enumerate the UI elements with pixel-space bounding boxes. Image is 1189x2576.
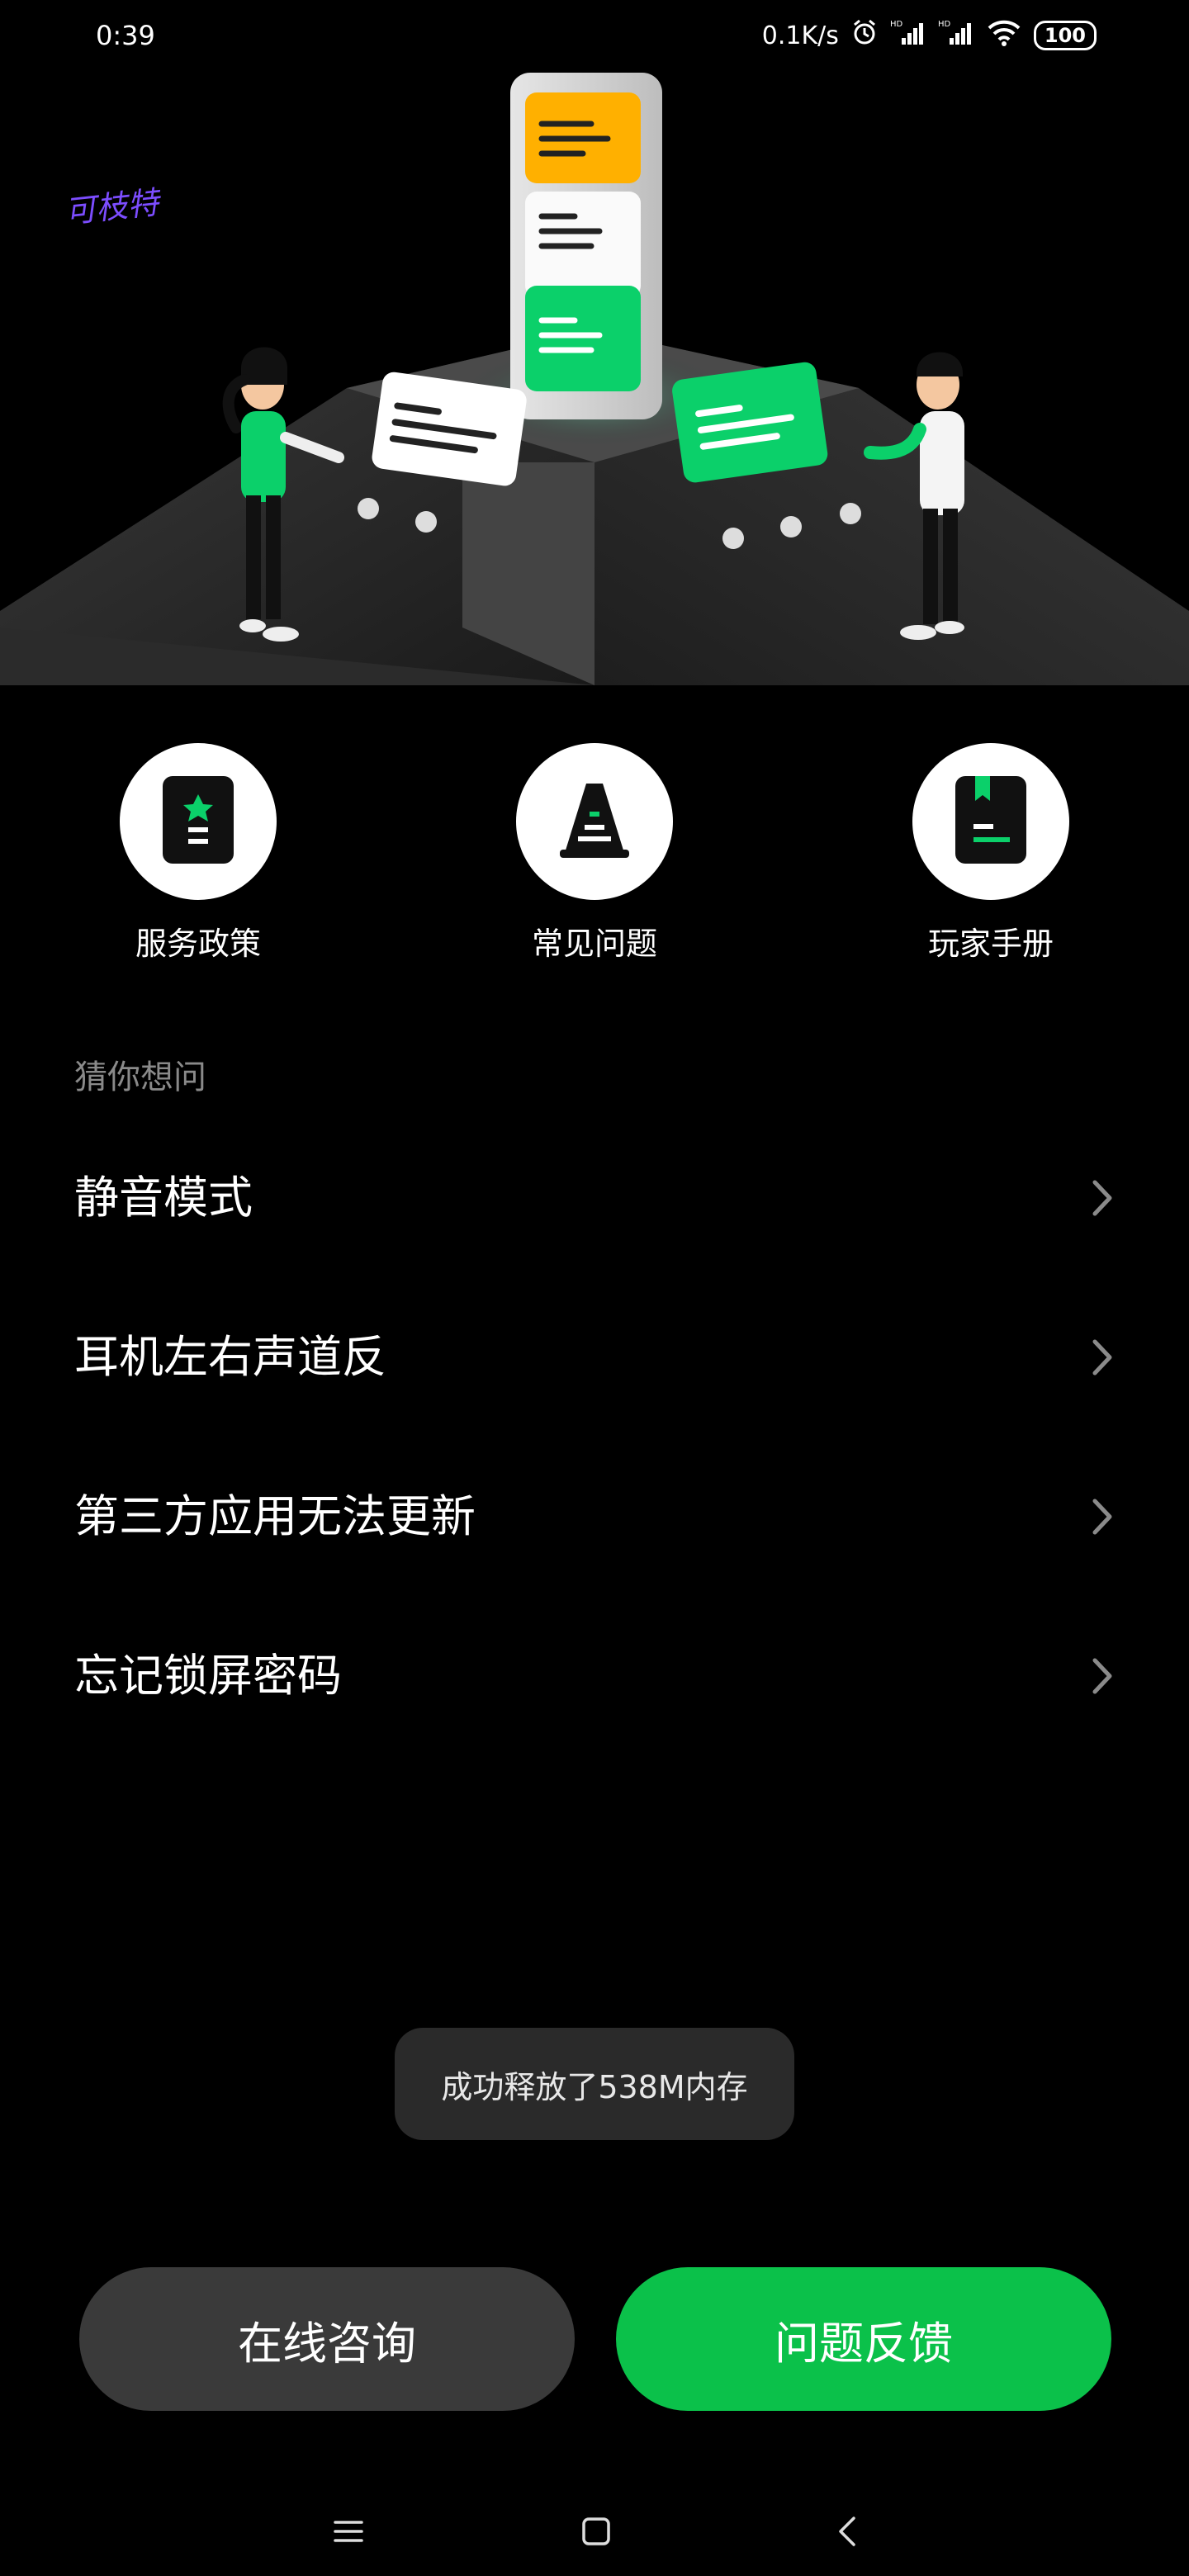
toast-message: 成功释放了538M内存	[395, 2028, 794, 2140]
faq-item[interactable]: 忘记锁屏密码	[0, 1606, 1189, 1765]
faq-item-label: 静音模式	[74, 1172, 253, 1224]
chevron-right-icon	[1090, 1337, 1115, 1381]
shortcut-player-manual[interactable]: 玩家手册	[867, 743, 1115, 964]
shortcut-service-policy[interactable]: 服务政策	[74, 743, 322, 964]
faq-item[interactable]: 耳机左右声道反	[0, 1287, 1189, 1447]
shortcut-circle	[516, 743, 673, 900]
hero-scene-graphic	[0, 73, 1189, 685]
shortcut-grid: 服务政策 常见问题 玩家手册	[0, 743, 1189, 974]
shortcut-circle	[120, 743, 277, 900]
system-nav-bar	[0, 2477, 1189, 2576]
faq-item-label: 忘记锁屏密码	[74, 1650, 342, 1702]
shortcut-label: 服务政策	[135, 926, 261, 962]
hero-illustration: 可枝特	[0, 0, 1189, 685]
feedback-button[interactable]: 问题反馈	[616, 2267, 1111, 2411]
faq-item[interactable]: 第三方应用无法更新	[0, 1447, 1189, 1606]
policy-doc-icon	[161, 774, 235, 869]
chevron-right-icon	[1090, 1177, 1115, 1222]
chevron-right-icon	[1090, 1655, 1115, 1700]
faq-item-label: 第三方应用无法更新	[74, 1490, 476, 1542]
chevron-right-icon	[1090, 1496, 1115, 1541]
back-icon[interactable]	[822, 2507, 872, 2556]
home-square-icon[interactable]	[571, 2507, 621, 2556]
faq-item[interactable]: 静音模式	[0, 1128, 1189, 1287]
shortcut-label: 常见问题	[531, 926, 657, 962]
shortcut-faq[interactable]: 常见问题	[471, 743, 718, 964]
shortcut-label: 玩家手册	[927, 926, 1054, 962]
menu-icon[interactable]	[324, 2507, 373, 2556]
section-title: 猜你想问	[74, 1058, 206, 1096]
cone-icon	[553, 779, 636, 864]
online-consult-button[interactable]: 在线咨询	[79, 2267, 575, 2411]
faq-item-label: 耳机左右声道反	[74, 1331, 386, 1383]
shortcut-circle	[912, 743, 1069, 900]
manual-book-icon	[954, 774, 1028, 869]
faq-list: 静音模式 耳机左右声道反 第三方应用无法更新 忘记锁屏密码	[0, 1128, 1189, 1765]
